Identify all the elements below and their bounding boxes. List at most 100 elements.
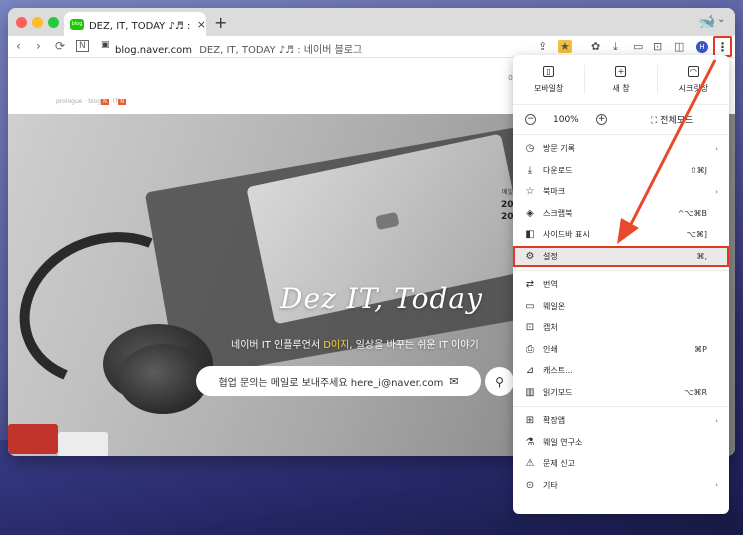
extensions-grid-icon: ⊞	[525, 415, 535, 427]
new-badge-icon: N	[118, 99, 126, 105]
forward-button[interactable]: ›	[36, 39, 41, 53]
menu-item-label: 북마크	[543, 187, 566, 197]
menu-shortcut: ^⌥⌘B	[677, 208, 707, 218]
bookmark-star-icon[interactable]: ★	[558, 40, 572, 53]
menu-item-label: 번역	[543, 280, 558, 290]
chevron-right-icon: ›	[715, 416, 718, 425]
scrapbook-icon: ◈	[526, 207, 534, 219]
nav-blog[interactable]: blog	[88, 98, 101, 105]
browser-tab[interactable]: blog DEZ, IT, TODAY ♪♬ : 네이버 ×	[64, 12, 206, 36]
translate-icon: ⇄	[525, 279, 535, 291]
menu-shortcut: ⌥⌘]	[686, 230, 707, 240]
whale-logo-icon: 🐋	[698, 14, 716, 30]
mobile-window-icon: ▯	[543, 65, 555, 77]
contact-text: 협업 문의는 메일로 보내주세요 here_i@naver.com	[218, 377, 444, 389]
subtitle-prefix: 네이버 IT 인플루언서	[231, 340, 324, 351]
apple-logo-icon	[375, 211, 400, 231]
capture-icon: ⊡	[525, 322, 535, 334]
back-button[interactable]: ‹	[16, 39, 21, 53]
menu-item-downloads[interactable]: ⤓ 다운로드 ⇧⌘J	[513, 160, 729, 182]
chevron-right-icon: ›	[715, 481, 718, 490]
menu-item-scrapbook[interactable]: ◈ 스크랩북 ^⌥⌘B	[513, 203, 729, 225]
mobile-window-label: 모바일창	[533, 83, 564, 93]
menu-item-label: 캐스트...	[543, 366, 573, 376]
profile-search-button[interactable]: ⚲	[485, 367, 514, 396]
menu-item-capture[interactable]: ⊡ 캡처	[513, 317, 729, 339]
zoom-row: − 100% + ⛶ 전체모드	[513, 105, 729, 135]
blog-subtitle: 네이버 IT 인플루언서 D이지, 일상을 바꾸는 쉬운 IT 이야기	[231, 336, 479, 351]
menu-item-report-issue[interactable]: ⚠ 문제 신고	[513, 453, 729, 475]
share-icon[interactable]: ⇪	[538, 40, 547, 53]
menu-item-translate[interactable]: ⇄ 번역	[513, 274, 729, 296]
menu-shortcut: ⇧⌘J	[689, 165, 707, 175]
zoom-in-button[interactable]: +	[596, 114, 607, 125]
menu-item-label: 방문 기록	[543, 144, 575, 154]
menu-item-cast[interactable]: ⊿ 캐스트...	[513, 360, 729, 382]
new-tab-button[interactable]: +	[214, 13, 227, 32]
maximize-window-button[interactable]	[48, 17, 59, 28]
naver-home-icon[interactable]: N	[76, 40, 89, 52]
flask-icon: ⚗	[525, 436, 535, 448]
history-icon: ◷	[525, 143, 535, 155]
fullscreen-button[interactable]: ⛶ 전체모드	[651, 113, 693, 126]
menu-item-whale-lab[interactable]: ⚗ 웨일 연구소	[513, 432, 729, 454]
sidebar-icon: ◧	[525, 229, 535, 241]
reload-button[interactable]: ⟳	[55, 39, 65, 53]
menu-item-history[interactable]: ◷ 방문 기록 ›	[513, 138, 729, 160]
secret-window-icon: ◠	[687, 65, 699, 77]
main-menu-button[interactable]: ⋮	[713, 36, 732, 57]
menu-item-label: 설정	[543, 251, 558, 261]
menu-item-settings[interactable]: ⚙ 설정 ⌘,	[513, 245, 729, 267]
side-label: 메일	[502, 189, 514, 196]
menu-item-extensions[interactable]: ⊞ 확장앱 ›	[513, 410, 729, 432]
menu-item-label: 스크랩북	[543, 208, 573, 218]
tab-list-chevron-icon[interactable]: ⌄	[717, 14, 725, 25]
menu-item-label: 확장앱	[543, 416, 566, 426]
browser-main-menu: ▯ 모바일창 + 새 창 ◠ 시크릿창 − 100% + ⛶ 전체모드 ◷ 방문…	[513, 55, 729, 514]
zoom-out-button[interactable]: −	[525, 114, 536, 125]
menu-shortcut: ⌥⌘R	[684, 387, 707, 397]
menu-window-options: ▯ 모바일창 + 새 창 ◠ 시크릿창	[513, 55, 729, 105]
headphone-cup-image	[118, 344, 208, 414]
menu-item-label: 웨일온	[543, 301, 566, 311]
gear-icon: ⚙	[525, 250, 535, 262]
download-icon[interactable]: ⤓	[613, 40, 618, 54]
menu-item-more[interactable]: ⊙ 기타 ›	[513, 475, 729, 497]
subtitle-highlight: D이지	[323, 340, 350, 351]
mobile-window-option[interactable]: ▯ 모바일창	[513, 55, 584, 104]
menu-item-print[interactable]: ⎙ 인쇄 ⌘P	[513, 339, 729, 361]
menu-item-sidebar[interactable]: ◧ 사이드바 표시 ⌥⌘]	[513, 224, 729, 246]
blog-title: Dez IT, Today	[280, 282, 483, 315]
menu-item-whale-on[interactable]: ▭ 웨일온	[513, 296, 729, 318]
address-bar[interactable]: blog.naver.com DEZ, IT, TODAY ♪♬ : 네이버 블…	[115, 41, 362, 56]
side-line-1: 20	[501, 200, 514, 210]
secret-window-option[interactable]: ◠ 시크릿창	[658, 55, 729, 104]
menu-item-label: 다운로드	[543, 165, 573, 175]
contact-email-button[interactable]: 협업 문의는 메일로 보내주세요 here_i@naver.com ✉	[196, 366, 481, 396]
url-page-title: DEZ, IT, TODAY ♪♬ : 네이버 블로그	[199, 45, 363, 56]
new-window-icon: +	[615, 65, 627, 77]
nav-prologue[interactable]: prologue	[56, 98, 82, 105]
sidebar-icon[interactable]: ◫	[674, 40, 684, 53]
capture-icon[interactable]: ⊡	[653, 40, 662, 53]
profile-avatar[interactable]: H	[696, 41, 708, 53]
menu-shortcut: ⌘,	[696, 251, 707, 261]
menu-item-bookmarks[interactable]: ☆ 북마크 ›	[513, 181, 729, 203]
tab-close-icon[interactable]: ×	[197, 18, 206, 31]
download-icon: ⤓	[527, 164, 533, 176]
mail-icon: ✉	[449, 374, 459, 388]
new-window-option[interactable]: + 새 창	[585, 55, 656, 104]
new-badge-icon: N	[101, 99, 109, 105]
print-icon: ⎙	[526, 343, 534, 355]
tab-bar: blog DEZ, IT, TODAY ♪♬ : 네이버 × + 🐋 ⌄	[8, 8, 735, 36]
extension-icon[interactable]: ✿	[591, 40, 600, 53]
menu-section-1: ◷ 방문 기록 › ⤓ 다운로드 ⇧⌘J ☆ 북마크 › ◈ 스크랩북 ^⌥⌘B…	[513, 135, 729, 271]
chevron-right-icon: ›	[715, 187, 718, 196]
mobile-window-icon[interactable]: ▭	[633, 40, 643, 53]
menu-item-reading-mode[interactable]: ▥ 읽기모드 ⌥⌘R	[513, 382, 729, 404]
menu-item-label: 인쇄	[543, 344, 558, 354]
side-text: 20 20	[501, 199, 514, 223]
close-window-button[interactable]	[16, 17, 27, 28]
minimize-window-button[interactable]	[32, 17, 43, 28]
red-object-image	[8, 424, 58, 454]
